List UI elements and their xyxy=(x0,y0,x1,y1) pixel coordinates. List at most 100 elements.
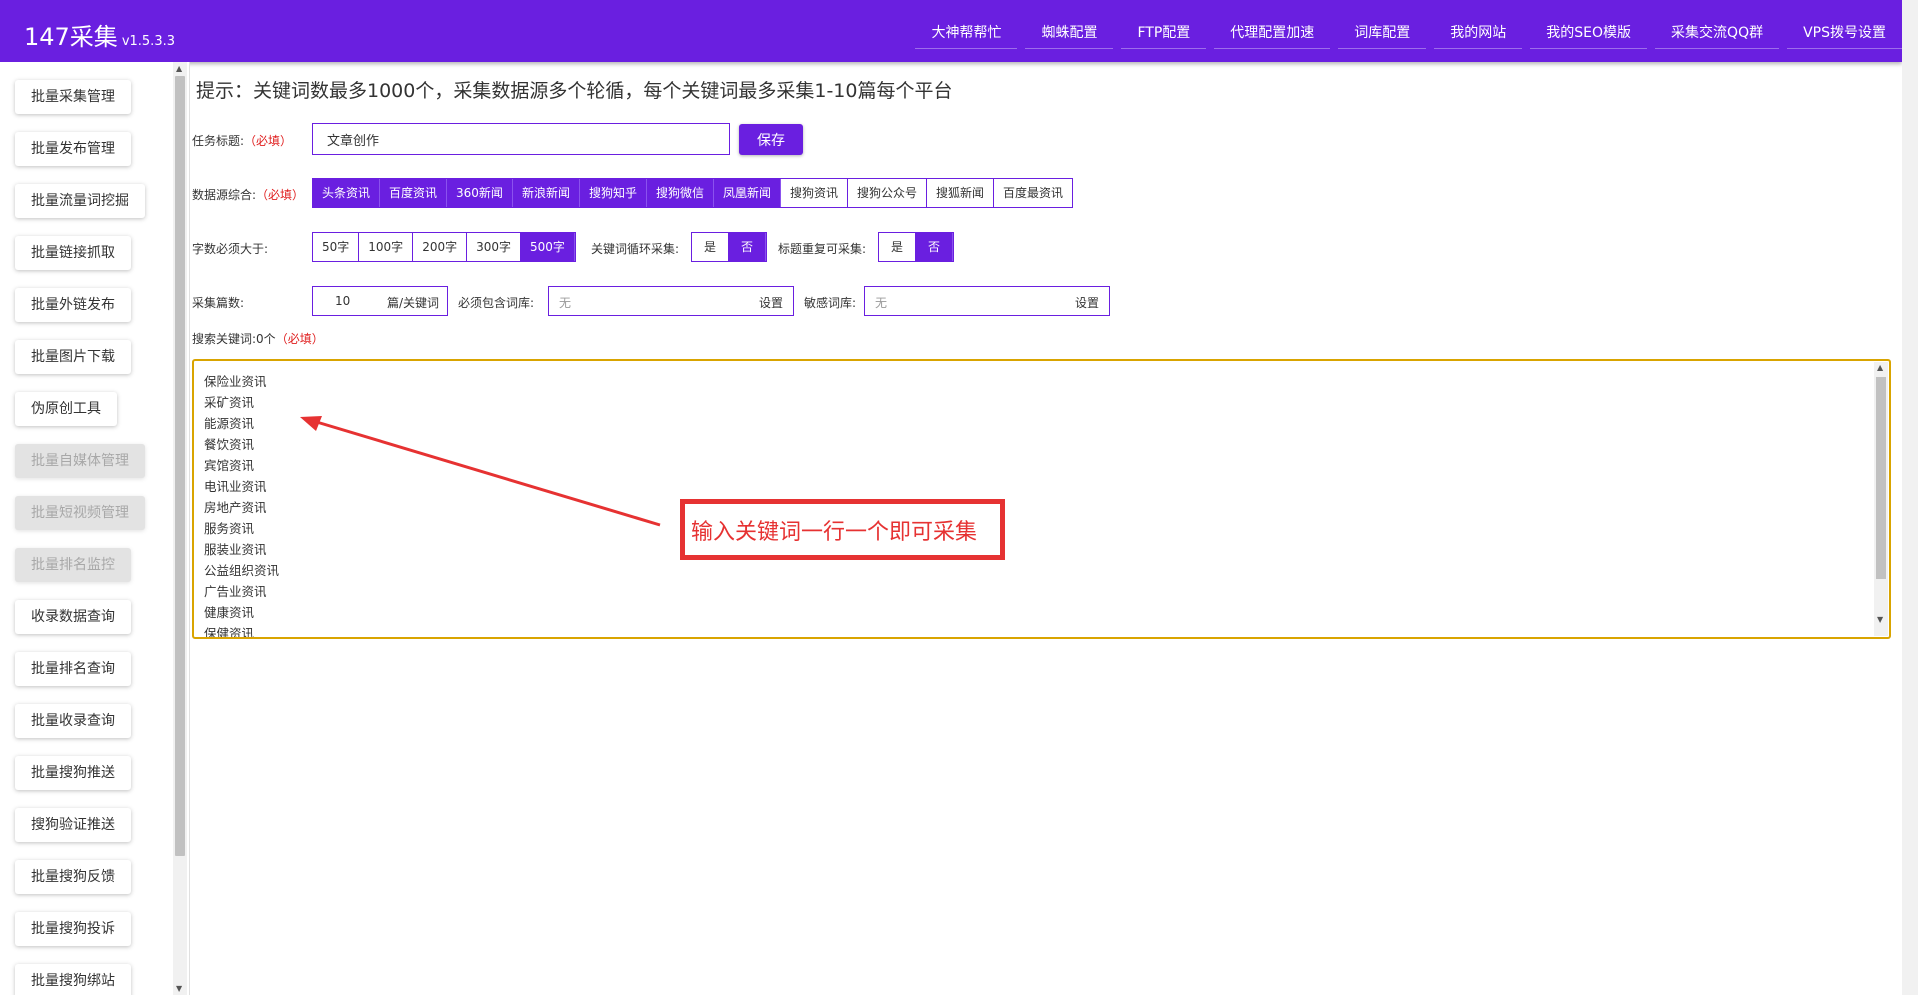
nav-seo-templates[interactable]: 我的SEO模版 xyxy=(1530,18,1648,49)
sidebar-scroll-thumb[interactable] xyxy=(175,76,185,856)
title-repeat-yes[interactable]: 是 xyxy=(879,233,917,261)
title-repeat-no[interactable]: 否 xyxy=(916,233,954,261)
wordcount-50[interactable]: 50字 xyxy=(313,233,360,261)
source-ifeng[interactable]: 凤凰新闻 xyxy=(713,179,781,207)
sidebar-item-short-video: 批量短视频管理 xyxy=(15,496,145,530)
wordcount-label: 字数必须大于: xyxy=(192,242,269,256)
keyword-line: 餐饮资讯 xyxy=(204,437,255,452)
scroll-up-icon[interactable]: ▲ xyxy=(176,64,182,73)
sidebar-item-pseudo-original[interactable]: 伪原创工具 xyxy=(15,392,117,426)
keyword-line: 服务资讯 xyxy=(204,521,255,536)
required-mark: （必填） xyxy=(256,188,305,202)
source-360[interactable]: 360新闻 xyxy=(447,179,513,207)
count-value: 10 xyxy=(335,294,351,308)
source-baidu[interactable]: 百度资讯 xyxy=(380,179,448,207)
keyword-loop-label: 关键词循环采集: xyxy=(591,242,680,256)
wordcount-500[interactable]: 500字 xyxy=(521,233,575,261)
keyword-line: 服装业资讯 xyxy=(204,542,267,557)
sidebar-item-index-batch[interactable]: 批量收录查询 xyxy=(15,704,131,738)
keyword-line: 保险业资讯 xyxy=(204,374,267,389)
source-sogou-zhihu[interactable]: 搜狗知乎 xyxy=(579,179,647,207)
keyword-line: 宾馆资讯 xyxy=(204,458,255,473)
top-header: 147采集 v1.5.3.3 大神帮帮忙 蜘蛛配置 FTP配置 代理配置加速 词库… xyxy=(0,0,1902,62)
nav-my-sites[interactable]: 我的网站 xyxy=(1434,18,1523,49)
save-button[interactable]: 保存 xyxy=(739,124,803,155)
sensitive-placeholder: 无 xyxy=(875,296,888,310)
sidebar-item-rank-monitor: 批量排名监控 xyxy=(15,548,131,582)
must-include-set-button[interactable]: 设置 xyxy=(759,294,783,311)
title-repeat-label: 标题重复可采集: xyxy=(778,242,867,256)
nav-help[interactable]: 大神帮帮忙 xyxy=(915,18,1018,49)
source-baidu-latest[interactable]: 百度最资讯 xyxy=(994,179,1072,207)
keywords-textarea[interactable]: 保险业资讯 采矿资讯 能源资讯 餐饮资讯 宾馆资讯 电讯业资讯 房地产资讯 服务… xyxy=(192,359,1891,639)
nav-proxy-config[interactable]: 代理配置加速 xyxy=(1214,18,1331,49)
sidebar-item-index-query[interactable]: 收录数据查询 xyxy=(15,600,131,634)
task-title-input[interactable] xyxy=(312,123,730,155)
keyword-line: 广告业资讯 xyxy=(204,584,267,599)
sidebar-item-sogou-complaint[interactable]: 批量搜狗投诉 xyxy=(15,912,131,946)
source-sogou-gzh[interactable]: 搜狗公众号 xyxy=(848,179,928,207)
sidebar-item-sogou-push[interactable]: 批量搜狗推送 xyxy=(15,756,131,790)
required-mark: （必填） xyxy=(244,134,293,148)
app-logo: 147采集 v1.5.3.3 xyxy=(24,17,175,52)
page-scrollbar[interactable] xyxy=(1902,0,1918,995)
keyword-loop-yes[interactable]: 是 xyxy=(692,233,730,261)
count-input[interactable]: 10 篇/关键词 xyxy=(312,286,448,316)
keyword-line: 采矿资讯 xyxy=(204,395,255,410)
sidebar-item-image-download[interactable]: 批量图片下载 xyxy=(15,340,131,374)
annotation-box: 输入关键词一行一个即可采集 xyxy=(680,499,1005,560)
nav-spider-config[interactable]: 蜘蛛配置 xyxy=(1025,18,1114,49)
nav-vps-settings[interactable]: VPS拨号设置 xyxy=(1787,18,1902,49)
keywords-scrollbar[interactable]: ▲ ▼ xyxy=(1874,362,1888,636)
sidebar-item-backlink-publish[interactable]: 批量外链发布 xyxy=(15,288,131,322)
required-mark: （必填） xyxy=(275,332,324,346)
nav-wordbank-config[interactable]: 词库配置 xyxy=(1338,18,1427,49)
task-title-label-text: 任务标题: xyxy=(192,134,245,148)
source-toutiao[interactable]: 头条资讯 xyxy=(313,179,381,207)
keywords-label: 搜索关键词:0个（必填） xyxy=(192,330,324,347)
sidebar-item-traffic-keywords[interactable]: 批量流量词挖掘 xyxy=(15,184,145,218)
keyword-line: 健康资讯 xyxy=(204,605,255,620)
sidebar-scrollbar[interactable]: ▲ ▼ xyxy=(173,62,187,995)
sidebar-item-sogou-bind[interactable]: 批量搜狗绑站 xyxy=(15,964,131,995)
source-sina[interactable]: 新浪新闻 xyxy=(512,179,580,207)
count-unit: 篇/关键词 xyxy=(386,296,439,310)
keyword-line: 房地产资讯 xyxy=(204,500,267,515)
sidebar-item-batch-publish[interactable]: 批量发布管理 xyxy=(15,132,131,166)
scroll-down-icon[interactable]: ▼ xyxy=(1877,615,1883,624)
sensitive-label: 敏感词库: xyxy=(804,296,857,310)
sensitive-input[interactable]: 无 设置 xyxy=(864,286,1110,316)
keywords-list: 保险业资讯 采矿资讯 能源资讯 餐饮资讯 宾馆资讯 电讯业资讯 房地产资讯 服务… xyxy=(204,371,280,637)
nav-ftp-config[interactable]: FTP配置 xyxy=(1121,18,1207,49)
sidebar-item-link-crawl[interactable]: 批量链接抓取 xyxy=(15,236,131,270)
source-options: 头条资讯 百度资讯 360新闻 新浪新闻 搜狗知乎 搜狗微信 凤凰新闻 搜狗资讯… xyxy=(312,178,1074,208)
source-sogou-news[interactable]: 搜狗资讯 xyxy=(781,179,849,207)
top-nav: 大神帮帮忙 蜘蛛配置 FTP配置 代理配置加速 词库配置 我的网站 我的SEO模… xyxy=(907,18,1902,49)
task-title-label: 任务标题:（必填） xyxy=(192,132,292,149)
sidebar-item-sogou-verify-push[interactable]: 搜狗验证推送 xyxy=(15,808,131,842)
sources-label: 数据源综合:（必填） xyxy=(192,186,304,203)
sidebar-item-batch-collect[interactable]: 批量采集管理 xyxy=(15,80,131,114)
keyword-line: 公益组织资讯 xyxy=(204,563,280,578)
source-sogou-weixin[interactable]: 搜狗微信 xyxy=(646,179,714,207)
app-title: 147采集 xyxy=(24,23,118,51)
must-include-placeholder: 无 xyxy=(559,296,572,310)
sidebar-item-media-manage: 批量自媒体管理 xyxy=(15,444,145,478)
keywords-scroll-thumb[interactable] xyxy=(1876,377,1886,579)
sidebar-item-sogou-feedback[interactable]: 批量搜狗反馈 xyxy=(15,860,131,894)
must-include-input[interactable]: 无 设置 xyxy=(548,286,794,316)
keyword-line: 能源资讯 xyxy=(204,416,255,431)
keyword-loop-no[interactable]: 否 xyxy=(729,233,767,261)
sidebar: 批量采集管理 批量发布管理 批量流量词挖掘 批量链接抓取 批量外链发布 批量图片… xyxy=(0,62,190,995)
source-sohu[interactable]: 搜狐新闻 xyxy=(927,179,995,207)
sources-label-text: 数据源综合: xyxy=(192,188,257,202)
wordcount-100[interactable]: 100字 xyxy=(359,233,414,261)
scroll-down-icon[interactable]: ▼ xyxy=(176,984,182,993)
wordcount-300[interactable]: 300字 xyxy=(467,233,521,261)
sensitive-set-button[interactable]: 设置 xyxy=(1075,294,1099,311)
count-label: 采集篇数: xyxy=(192,296,245,310)
wordcount-200[interactable]: 200字 xyxy=(413,233,468,261)
scroll-up-icon[interactable]: ▲ xyxy=(1877,363,1883,372)
nav-qq-group[interactable]: 采集交流QQ群 xyxy=(1655,18,1780,49)
sidebar-item-rank-query[interactable]: 批量排名查询 xyxy=(15,652,131,686)
